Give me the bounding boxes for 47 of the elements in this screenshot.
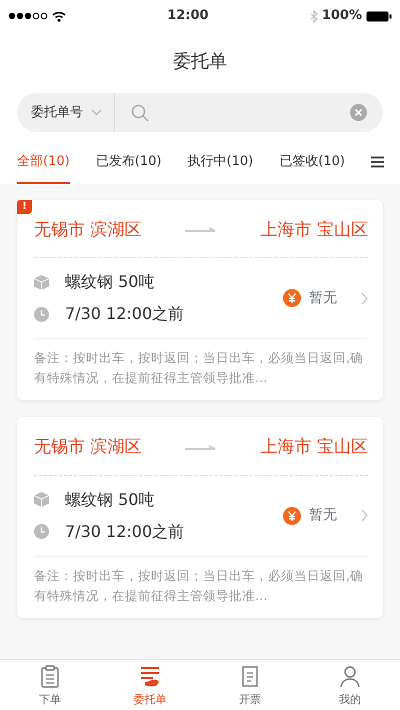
caret-icon (91, 109, 102, 116)
menu-icon (371, 156, 384, 168)
goods-text: 螺纹钢 50吨 (65, 488, 154, 510)
signal-icon (8, 12, 48, 20)
filter-tab[interactable]: 已发布(10) (96, 140, 162, 184)
order-card[interactable]: 无锡市 滨湖区 上海市 宝山区 螺纹钢 50吨 7/30 12:00之前 暂无 备注：按时出车，按时返回；当日出车，必须当日返回,确有特殊情况，在提前征得主管领导批准… (17, 417, 383, 618)
deadline-text: 7/30 12:00之前 (65, 303, 184, 325)
box-icon (34, 274, 49, 290)
destination-city: 上海市 宝山区 (260, 218, 368, 242)
filter-tab[interactable]: 执行中(10) (188, 140, 254, 184)
order-card[interactable]: ! 无锡市 滨湖区 上海市 宝山区 螺纹钢 50吨 7/30 12:00之前 暂无 备注：按时出车，按时返回；当日出车，必须当日返回,确有特殊情况，在提前征得主管领导批准… (17, 200, 383, 400)
tab-bar-item[interactable]: 委托单 (100, 660, 200, 710)
filter-tab[interactable]: 全部(10) (17, 140, 70, 184)
search-bar[interactable]: 委托单号 (17, 93, 383, 132)
yuan-icon (283, 289, 301, 307)
origin-city: 无锡市 滨湖区 (34, 218, 142, 242)
bluetooth-icon (310, 10, 318, 22)
clipboard-icon (39, 664, 61, 688)
price-text: 暂无 (309, 506, 337, 525)
price-text: 暂无 (309, 288, 337, 308)
wifi-icon (52, 10, 66, 22)
page-title: 委托单 (173, 50, 227, 74)
remark-text: 备注：按时出车，按时返回；当日出车，必须当日返回,确有特殊情况，在提前征得主管领导批准… (34, 566, 364, 604)
deadline-text: 7/30 12:00之前 (65, 520, 184, 542)
tab-bar-item[interactable]: 我的 (300, 660, 400, 710)
search-icon (131, 104, 149, 122)
chevron-icon (361, 509, 368, 522)
person-icon (339, 664, 361, 688)
battery-percent: 100% (322, 7, 362, 26)
clock-icon (34, 524, 49, 539)
battery-icon (366, 10, 392, 22)
filter-tab[interactable]: 已签收(10) (279, 140, 345, 184)
tab-bar-item[interactable]: 开票 (200, 660, 300, 710)
yuan-icon (283, 506, 301, 524)
clear-icon (350, 104, 367, 121)
origin-city: 无锡市 滨湖区 (34, 436, 142, 459)
urgent-badge: ! (17, 200, 32, 214)
list-icon (139, 664, 161, 688)
goods-text: 螺纹钢 50吨 (65, 271, 154, 293)
chevron-icon (361, 292, 368, 304)
remark-text: 备注：按时出车，按时返回；当日出车，必须当日返回,确有特殊情况，在提前征得主管领导批准… (34, 349, 364, 387)
filter-dropdown[interactable]: 委托单号 (17, 93, 115, 132)
box-icon (34, 492, 49, 507)
destination-city: 上海市 宝山区 (260, 436, 368, 459)
clock-icon (34, 306, 49, 322)
status-time: 12:00 (167, 7, 209, 26)
tab-bar-item[interactable]: 下单 (0, 660, 100, 710)
